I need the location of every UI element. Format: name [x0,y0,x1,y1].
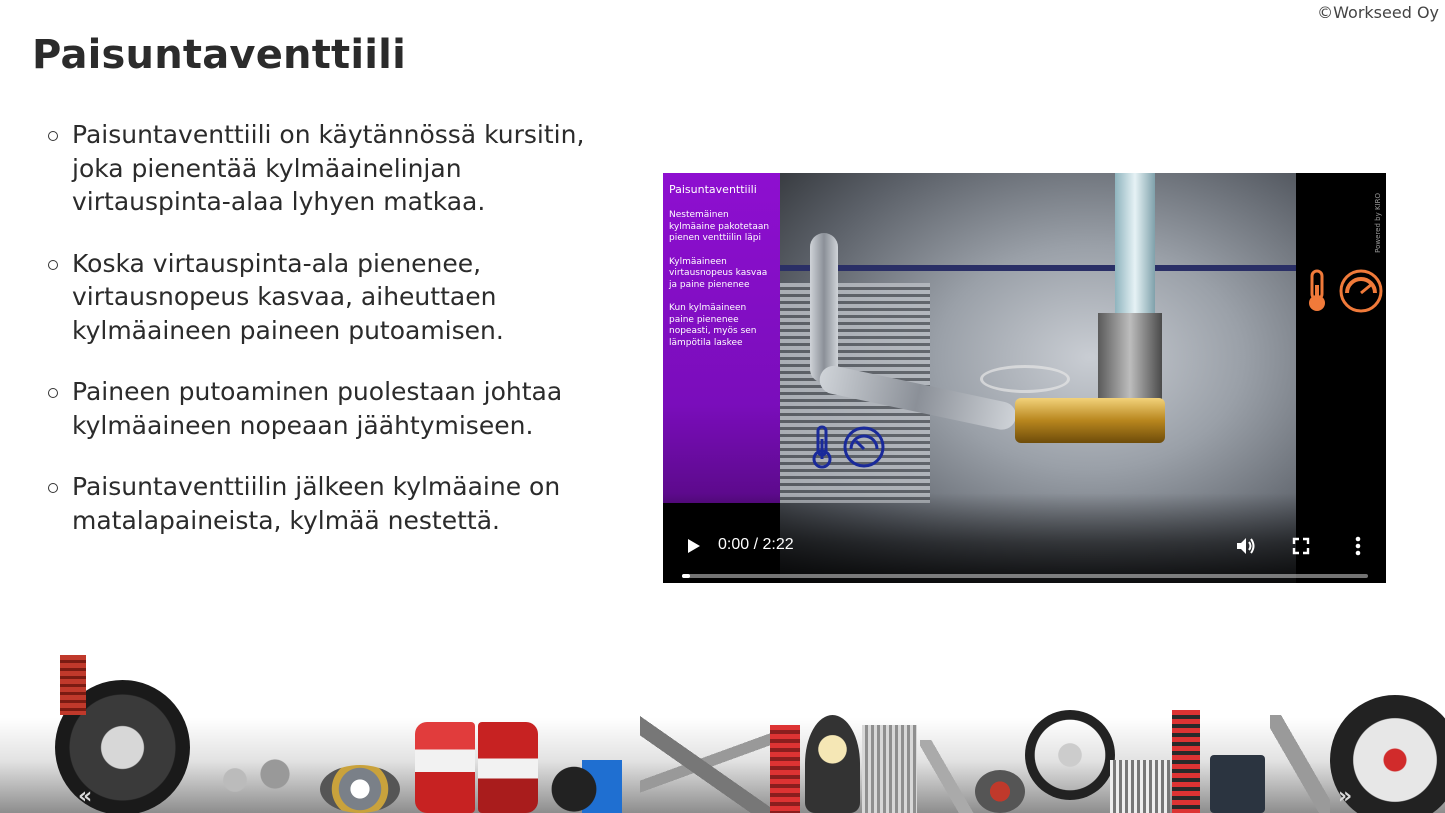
more-vert-icon[interactable] [1348,535,1368,557]
intercooler-image [862,725,917,813]
copyright-text: ©Workseed Oy [1317,3,1439,22]
video-player[interactable]: Paisuntaventtiili Nestemäinen kylmäaine … [663,173,1386,583]
carousel-prev-icon[interactable]: « [78,784,92,809]
logo-watermark [980,365,1070,393]
steering-wheel-image [1025,710,1115,800]
bullet-circle-icon [48,483,58,493]
turbo-image [975,770,1025,813]
bullet-circle-icon [48,131,58,141]
video-progress-bar[interactable] [682,574,1368,578]
volume-icon[interactable] [1234,535,1258,557]
coil-spring-image [770,725,800,813]
bullet-text: Paineen putoaminen puolestaan johtaa kyl… [72,377,563,440]
oil-filter-image [550,760,630,813]
slide-title: Paisuntaventtiili [32,32,406,78]
video-side-panel: Powered by KIRO [1296,173,1386,503]
video-panel-title: Paisuntaventtiili [669,183,757,196]
ac-line [780,265,1296,271]
video-info-panel: Paisuntaventtiili Nestemäinen kylmäaine … [663,173,780,503]
video-time: 0:00 / 2:22 [718,536,794,553]
video-panel-line: Kylmäaineen virtausnopeus kasvaa ja pain… [669,256,768,290]
pressure-gauge-icon [843,426,885,468]
valve-stem [1115,173,1155,318]
bearings-image [205,750,305,810]
thermometer-icon [1309,269,1325,311]
expansion-valve [1015,398,1165,443]
valve-body [1098,313,1162,408]
bullet-item: Koska virtauspinta-ala pienenee, virtaus… [48,247,588,348]
bullet-item: Paineen putoaminen puolestaan johtaa kyl… [48,375,588,442]
headlight-image [805,715,860,813]
refrigerant-pipe [810,233,838,383]
carousel-next-icon[interactable]: » [1338,784,1352,809]
powered-by-text: Powered by KIRO [1374,193,1382,253]
play-icon[interactable] [683,535,703,557]
bullet-item: Paisuntaventtiilin jälkeen kylmäaine on … [48,470,588,537]
piston-image [920,740,975,813]
crankshaft-image [1270,715,1330,813]
fullscreen-icon[interactable] [1291,536,1311,556]
auto-parts-banner: « » [0,640,1445,813]
bullet-text: Koska virtauspinta-ala pienenee, virtaus… [72,248,504,345]
pressure-gauge-icon [1339,269,1383,313]
shock-absorber-image [60,655,86,715]
thermometer-icon [812,425,832,469]
bearing-ring-image [320,765,400,813]
bullet-text: Paisuntaventtiili on käytännössä kursiti… [72,120,585,216]
bullet-text: Paisuntaventtiilin jälkeen kylmäaine on … [72,472,561,535]
alternator-image [1110,760,1170,813]
bullet-list: Paisuntaventtiili on käytännössä kursiti… [48,118,588,565]
video-panel-line: Nestemäinen kylmäaine pakotetaan pienen … [669,210,770,243]
video-progress-fill [682,574,691,578]
video-controls: 0:00 / 2:22 [663,493,1386,583]
video-panel-line: Kun kylmäaineen paine pienenee nopeasti,… [669,303,757,348]
ecu-image [1210,755,1265,813]
control-arms-image [640,710,770,813]
bullet-circle-icon [48,259,58,270]
bullet-item: Paisuntaventtiili on käytännössä kursiti… [48,118,588,219]
taillight-right-image [478,722,538,813]
coilover-image [1172,710,1200,813]
bullet-circle-icon [48,388,58,398]
taillight-left-image [415,722,475,813]
